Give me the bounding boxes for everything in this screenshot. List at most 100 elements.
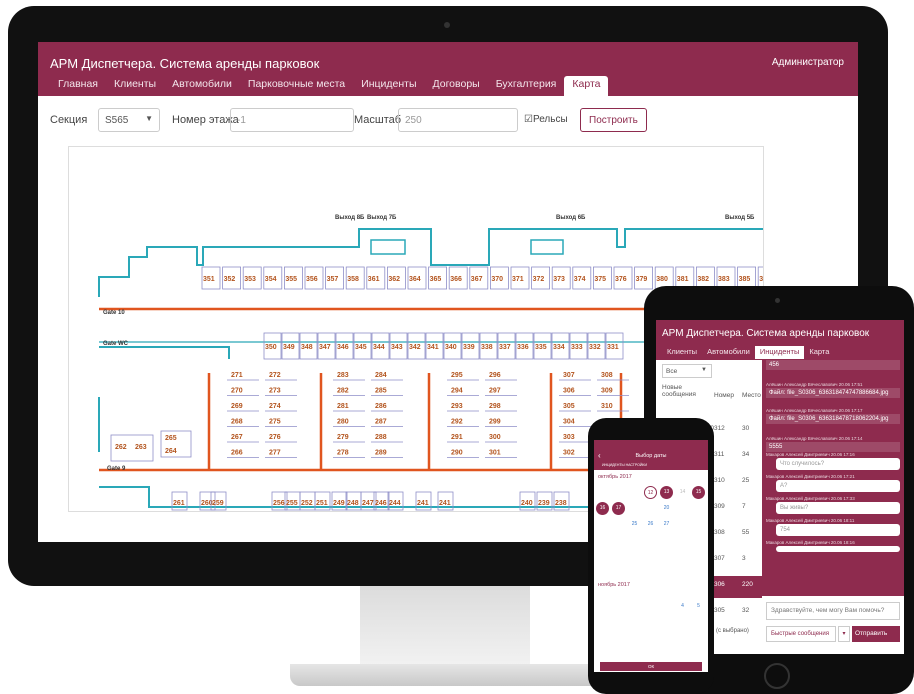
menu-item-incidents[interactable]: Инциденты <box>353 76 424 96</box>
spot-label: 246 <box>375 500 387 507</box>
spot-label: 284 <box>375 372 387 379</box>
exit-label: Выход 7Б <box>367 215 397 221</box>
user-name[interactable]: Администратор <box>772 57 844 68</box>
scale-input[interactable]: 250 <box>398 108 518 132</box>
row-place: 220 <box>742 581 753 588</box>
tab-clients[interactable]: Клиенты <box>662 346 702 359</box>
spot-label: 261 <box>173 500 185 507</box>
filter-select[interactable]: Все ▼ <box>662 364 712 378</box>
filter-value: Все <box>666 368 678 375</box>
menu-item-contracts[interactable]: Договоры <box>425 76 488 96</box>
spot-label: 269 <box>231 403 243 410</box>
calendar-day[interactable]: 27 <box>660 518 673 531</box>
phone-device: ‹ Выбор даты ИНЦИДЕНТЫ НАСТРОЙКИ октябрь… <box>588 418 714 694</box>
tablet-app-title: АРМ Диспетчера. Система аренды парковок <box>662 328 870 339</box>
calendar-day[interactable]: 25 <box>628 518 641 531</box>
spot-label: 263 <box>135 444 147 451</box>
calendar-day[interactable]: 17 <box>612 502 625 515</box>
spot-label: 296 <box>489 372 501 379</box>
tab-incidents[interactable]: Инциденты <box>754 346 805 359</box>
spot-label: 382 <box>697 276 709 283</box>
spot-label: 355 <box>285 276 297 283</box>
spot-label: 364 <box>409 276 421 283</box>
tab-cars[interactable]: Автомобили <box>702 346 755 359</box>
spot-label: 267 <box>231 434 243 441</box>
message-text: 456 <box>766 360 900 370</box>
spot-label: 351 <box>203 276 215 283</box>
spot-label: 374 <box>574 276 586 283</box>
menu-item-map[interactable]: Карта <box>564 76 609 96</box>
menu-item-cars[interactable]: Автомобили <box>164 76 240 96</box>
floor-input[interactable]: -1 <box>230 108 354 132</box>
spot-label: 356 <box>306 276 318 283</box>
scale-label: Масштаб <box>354 114 402 126</box>
spot-label: 370 <box>491 276 503 283</box>
spot-label: 249 <box>333 500 345 507</box>
gate-label: Gate 9 <box>107 466 126 472</box>
rails-label: Рельсы <box>532 114 568 125</box>
app-header: АРМ Диспетчера. Система аренды парковок … <box>38 42 858 96</box>
message-text: Вы живы? <box>776 502 900 514</box>
row-place: 34 <box>742 451 750 458</box>
spot-label: 289 <box>375 450 387 457</box>
app-title: АРМ Диспетчера. Система аренды парковок <box>50 56 320 71</box>
spot-label: 288 <box>375 434 387 441</box>
spot-label: 264 <box>165 448 177 455</box>
calendar-day[interactable]: 16 <box>596 502 609 515</box>
spot-label: 282 <box>337 388 349 395</box>
calendar-day[interactable]: 5 <box>692 600 705 613</box>
month-label: октябрь 2017 <box>598 474 632 480</box>
message-author: Макаров Алексей Дмитриевич 20.06 17:16 <box>766 452 855 457</box>
spot-label: 303 <box>563 434 575 441</box>
spot-label: 241 <box>439 500 451 507</box>
message-text: А? <box>776 480 900 492</box>
calendar-day[interactable]: 26 <box>644 518 657 531</box>
spot-label: 281 <box>337 403 349 410</box>
spot-label: 372 <box>533 276 545 283</box>
menu-item-clients[interactable]: Клиенты <box>106 76 164 96</box>
rails-checkbox[interactable]: ☑Рельсы <box>524 114 568 125</box>
col-number: Номер <box>714 392 735 399</box>
calendar-day[interactable]: 4 <box>676 600 689 613</box>
spot-label: 350 <box>265 344 277 351</box>
spot-label: 240 <box>521 500 533 507</box>
tab-map[interactable]: Карта <box>804 346 834 359</box>
calendar-day[interactable]: 20 <box>660 502 673 515</box>
chat-input[interactable]: Здравствуйте, чем могу Вам помочь? <box>766 602 900 620</box>
quick-messages-button[interactable]: Быстрые сообщения <box>766 626 836 642</box>
checkbox-icon: ☑ <box>524 114 533 125</box>
spot-label: 302 <box>563 450 575 457</box>
spot-label: 309 <box>601 388 613 395</box>
calendar-day[interactable]: 14 <box>676 486 689 499</box>
chevron-down-icon: ▼ <box>701 367 707 373</box>
spot-label: 251 <box>316 500 328 507</box>
menu-item-parking-spots[interactable]: Парковочные места <box>240 76 353 96</box>
spot-label: 278 <box>337 450 349 457</box>
calendar-day[interactable]: 15 <box>692 486 705 499</box>
spot-label: 376 <box>615 276 627 283</box>
message-author: Макаров Алексей Дмитриевич 20.06 18:16 <box>766 540 855 545</box>
spot-label: 344 <box>373 344 385 351</box>
section-value: S565 <box>105 115 129 126</box>
message-text <box>776 546 900 552</box>
menu-item-home[interactable]: Главная <box>50 76 106 96</box>
spot-label: 285 <box>375 388 387 395</box>
row-place: 25 <box>742 477 750 484</box>
chat-message: Макаров Алексей Дмитриевич 20.06 17:33 Вы… <box>766 496 900 514</box>
calendar-day[interactable]: 12 <box>644 486 657 499</box>
ok-button[interactable]: ОК <box>600 662 702 671</box>
row-place: 32 <box>742 607 750 614</box>
section-select[interactable]: S565 ▼ <box>98 108 160 132</box>
build-button[interactable]: Построить <box>580 108 647 132</box>
spot-label: 301 <box>489 450 501 457</box>
month-label: ноябрь 2017 <box>598 582 630 588</box>
menu-item-accounting[interactable]: Бухгалтерия <box>488 76 565 96</box>
calendar-day[interactable]: 13 <box>660 486 673 499</box>
quick-messages-dropdown[interactable]: ▾ <box>838 626 850 642</box>
spot-label: 381 <box>677 276 689 283</box>
row-place: 30 <box>742 425 750 432</box>
send-button[interactable]: Отправить <box>852 626 900 642</box>
exit-label: Выход 8Б <box>335 215 365 221</box>
spot-label: 291 <box>451 434 463 441</box>
spot-label: 361 <box>368 276 380 283</box>
